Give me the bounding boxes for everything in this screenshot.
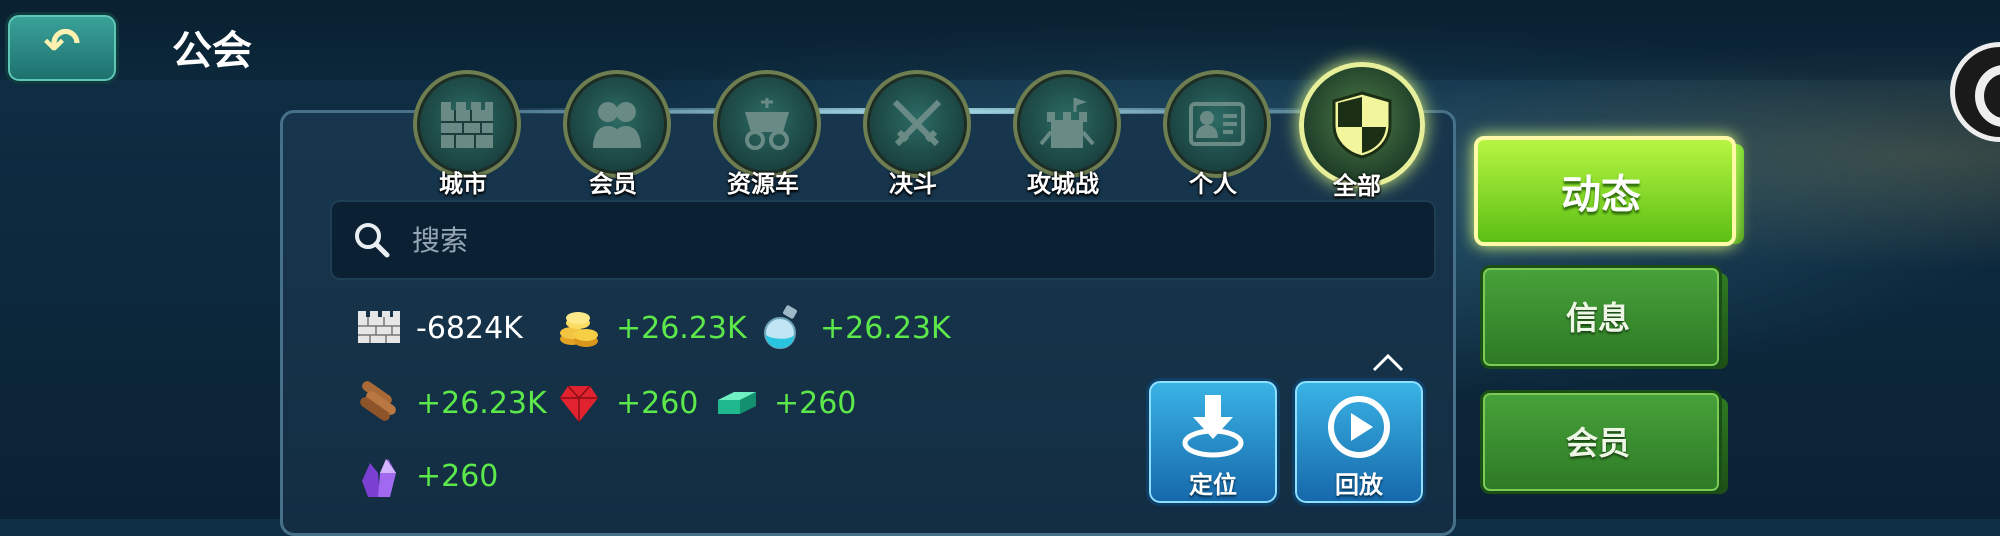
resource-value: +260 — [616, 385, 699, 421]
resource-value: +26.23K — [616, 310, 747, 346]
resource-value: +26.23K — [416, 385, 547, 421]
members-icon — [593, 102, 641, 148]
jade-bar-icon — [718, 392, 756, 414]
resource-item: +260 — [356, 453, 498, 499]
shield-checker-icon — [1332, 91, 1392, 159]
resource-item: +260 — [556, 380, 698, 426]
side-tab-activity[interactable]: 动态 — [1474, 136, 1744, 246]
resource-value: +260 — [774, 385, 857, 421]
locate-label: 定位 — [1189, 471, 1237, 499]
tab-members[interactable]: 会员 — [555, 62, 671, 202]
resource-item: +26.23K — [760, 305, 951, 351]
page-title: 公会 — [172, 28, 252, 74]
gold-coins-icon — [560, 312, 598, 347]
chevron-up-icon[interactable] — [1370, 350, 1406, 374]
search-icon[interactable] — [352, 220, 392, 260]
resource-value: +26.23K — [820, 310, 951, 346]
tab-label: 资源车 — [727, 170, 799, 198]
resource-item: +26.23K — [356, 380, 547, 426]
side-tab-info[interactable]: 信息 — [1480, 265, 1730, 369]
resource-item: +26.23K — [556, 305, 747, 351]
ruby-icon — [560, 385, 598, 422]
play-icon — [1328, 396, 1390, 458]
category-tabs: 城市 会员 资源车 决斗 攻城战 个人 全部 — [405, 62, 1435, 202]
side-tab-label: 会员 — [1565, 424, 1630, 462]
locate-pin-icon — [1182, 395, 1244, 458]
resource-item: +260 — [714, 380, 856, 426]
back-arrow-icon: ↶ — [43, 18, 81, 70]
tab-label: 个人 — [1189, 170, 1237, 198]
wall-icon — [358, 311, 400, 343]
search-input[interactable] — [410, 214, 1394, 266]
tab-label: 全部 — [1333, 172, 1381, 200]
tab-label: 城市 — [439, 170, 487, 198]
tab-siege[interactable]: 攻城战 — [1005, 62, 1121, 202]
resource-cart-icon — [745, 98, 789, 150]
search-bar — [330, 200, 1436, 280]
tab-duel[interactable]: 决斗 — [855, 62, 971, 202]
tab-label: 攻城战 — [1027, 170, 1099, 198]
replay-label: 回放 — [1335, 471, 1383, 499]
tab-city[interactable]: 城市 — [405, 62, 521, 202]
side-tab-label: 动态 — [1561, 172, 1641, 218]
back-button[interactable]: ↶ — [5, 12, 119, 84]
tab-all[interactable]: 全部 — [1299, 62, 1425, 202]
tab-resource-cart[interactable]: 资源车 — [705, 62, 821, 202]
tab-personal[interactable]: 个人 — [1155, 62, 1271, 202]
wood-logs-icon — [360, 381, 396, 421]
crystal-icon — [362, 459, 396, 497]
resource-item: -6824K — [356, 305, 523, 351]
tab-label: 决斗 — [889, 170, 937, 198]
locate-button[interactable]: 定位 — [1146, 378, 1280, 506]
resource-value: -6824K — [416, 310, 523, 346]
resource-value: +260 — [416, 458, 499, 494]
side-tab-label: 信息 — [1565, 299, 1630, 337]
replay-button[interactable]: 回放 — [1292, 378, 1426, 506]
crossed-swords-icon — [892, 99, 942, 147]
side-tab-members[interactable]: 会员 — [1480, 390, 1730, 494]
siege-icon — [1039, 98, 1095, 148]
personal-card-icon — [1189, 102, 1245, 146]
castle-wall-icon — [441, 102, 493, 148]
potion-icon — [764, 305, 797, 349]
tab-label: 会员 — [589, 170, 637, 198]
